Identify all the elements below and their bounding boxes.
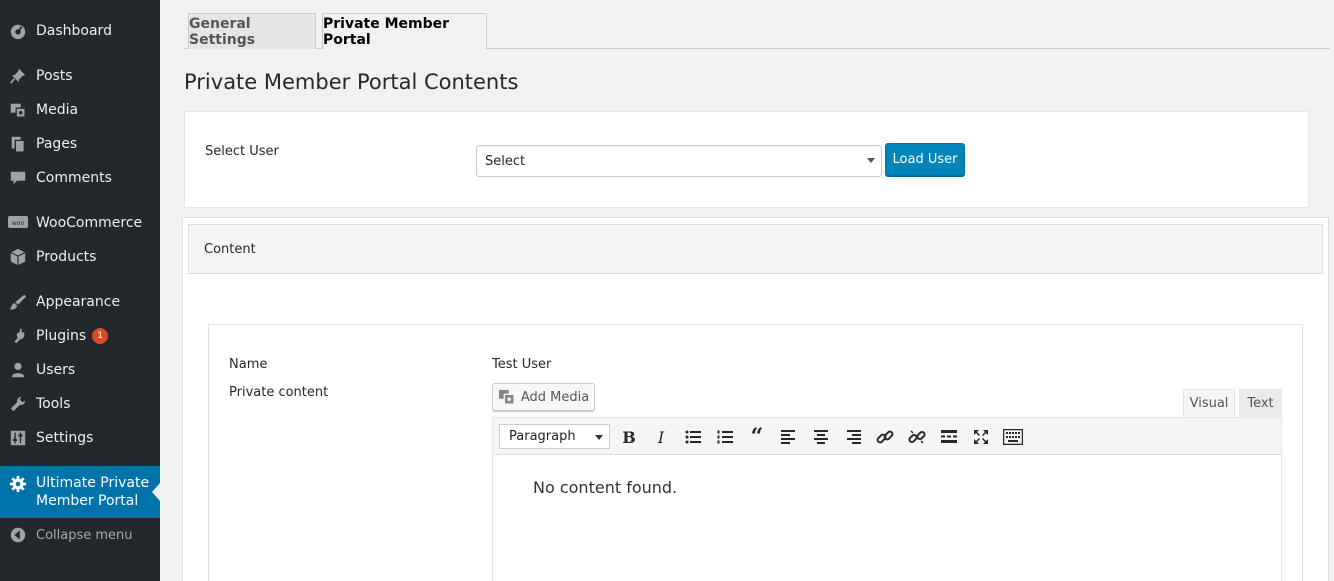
menu-item-posts[interactable]: Posts bbox=[0, 59, 160, 93]
pages-icon bbox=[8, 134, 28, 154]
rich-text-editor: Paragraph B I “ No content found. bbox=[492, 417, 1282, 581]
name-label: Name bbox=[229, 357, 268, 372]
editor-content[interactable]: No content found. bbox=[533, 478, 677, 497]
plug-icon bbox=[8, 326, 28, 346]
add-media-button[interactable]: Add Media bbox=[492, 383, 595, 411]
add-media-icon bbox=[498, 389, 516, 405]
tab-private-member-portal[interactable]: Private Member Portal bbox=[322, 13, 487, 49]
user-icon bbox=[8, 360, 28, 380]
dashboard-icon bbox=[8, 21, 28, 41]
chevron-down-icon bbox=[867, 158, 875, 163]
private-content-label: Private content bbox=[229, 385, 329, 400]
fullscreen-icon[interactable] bbox=[969, 425, 993, 449]
editor-toolbar: Paragraph B I “ bbox=[493, 418, 1281, 455]
menu-item-users[interactable]: Users bbox=[0, 353, 160, 387]
menu-item-appearance[interactable]: Appearance bbox=[0, 285, 160, 319]
menu-item-ultimate-private-member-portal[interactable]: Ultimate Private Member Portal bbox=[0, 466, 160, 518]
read-more-icon[interactable] bbox=[937, 425, 961, 449]
align-left-icon[interactable] bbox=[777, 425, 801, 449]
menu-item-tools[interactable]: Tools bbox=[0, 387, 160, 421]
load-user-button[interactable]: Load User bbox=[885, 143, 965, 176]
menu-item-comments[interactable]: Comments bbox=[0, 161, 160, 195]
menu-item-pages[interactable]: Pages bbox=[0, 127, 160, 161]
menu-item-dashboard[interactable]: Dashboard bbox=[0, 14, 160, 48]
collapse-icon bbox=[8, 525, 28, 545]
bold-icon[interactable]: B bbox=[617, 425, 641, 449]
link-icon[interactable] bbox=[873, 425, 897, 449]
keyboard-icon[interactable] bbox=[1001, 425, 1025, 449]
box-icon bbox=[8, 247, 28, 267]
menu-item-settings[interactable]: Settings bbox=[0, 421, 160, 455]
page-title: Private Member Portal Contents bbox=[184, 70, 519, 94]
content-header-title: Content bbox=[204, 242, 256, 257]
media-icon bbox=[8, 100, 28, 120]
sliders-icon bbox=[8, 428, 28, 448]
collapse-menu-button[interactable]: Collapse menu bbox=[0, 518, 160, 552]
admin-sidebar: Dashboard Posts Media Pages Comments woo… bbox=[0, 0, 160, 581]
align-center-icon[interactable] bbox=[809, 425, 833, 449]
plugins-update-badge: 1 bbox=[92, 328, 109, 344]
brush-icon bbox=[8, 292, 28, 312]
woo-icon: woo bbox=[8, 213, 28, 233]
bullet-list-icon[interactable] bbox=[681, 425, 705, 449]
italic-icon[interactable]: I bbox=[649, 425, 673, 449]
blockquote-icon[interactable]: “ bbox=[745, 424, 769, 450]
unlink-icon[interactable] bbox=[905, 425, 929, 449]
menu-item-woocommerce[interactable]: woo WooCommerce bbox=[0, 206, 160, 240]
user-select-dropdown[interactable]: Select bbox=[476, 145, 882, 177]
name-value: Test User bbox=[492, 357, 552, 372]
tab-text[interactable]: Text bbox=[1239, 389, 1282, 418]
content-header bbox=[188, 224, 1323, 274]
menu-item-media[interactable]: Media bbox=[0, 93, 160, 127]
menu-item-plugins[interactable]: Plugins 1 bbox=[0, 319, 160, 353]
active-menu-arrow bbox=[152, 483, 160, 501]
comment-icon bbox=[8, 168, 28, 188]
numbered-list-icon[interactable] bbox=[713, 425, 737, 449]
pin-icon bbox=[8, 66, 28, 86]
select-user-label: Select User bbox=[205, 144, 279, 159]
format-select[interactable]: Paragraph bbox=[499, 424, 610, 449]
svg-text:woo: woo bbox=[12, 220, 25, 227]
wrench-icon bbox=[8, 394, 28, 414]
tab-general-settings[interactable]: General Settings bbox=[188, 13, 316, 49]
chevron-down-icon bbox=[595, 435, 603, 440]
gear-icon bbox=[8, 474, 28, 494]
menu-item-products[interactable]: Products bbox=[0, 240, 160, 274]
align-right-icon[interactable] bbox=[841, 425, 865, 449]
tab-visual[interactable]: Visual bbox=[1183, 389, 1235, 418]
